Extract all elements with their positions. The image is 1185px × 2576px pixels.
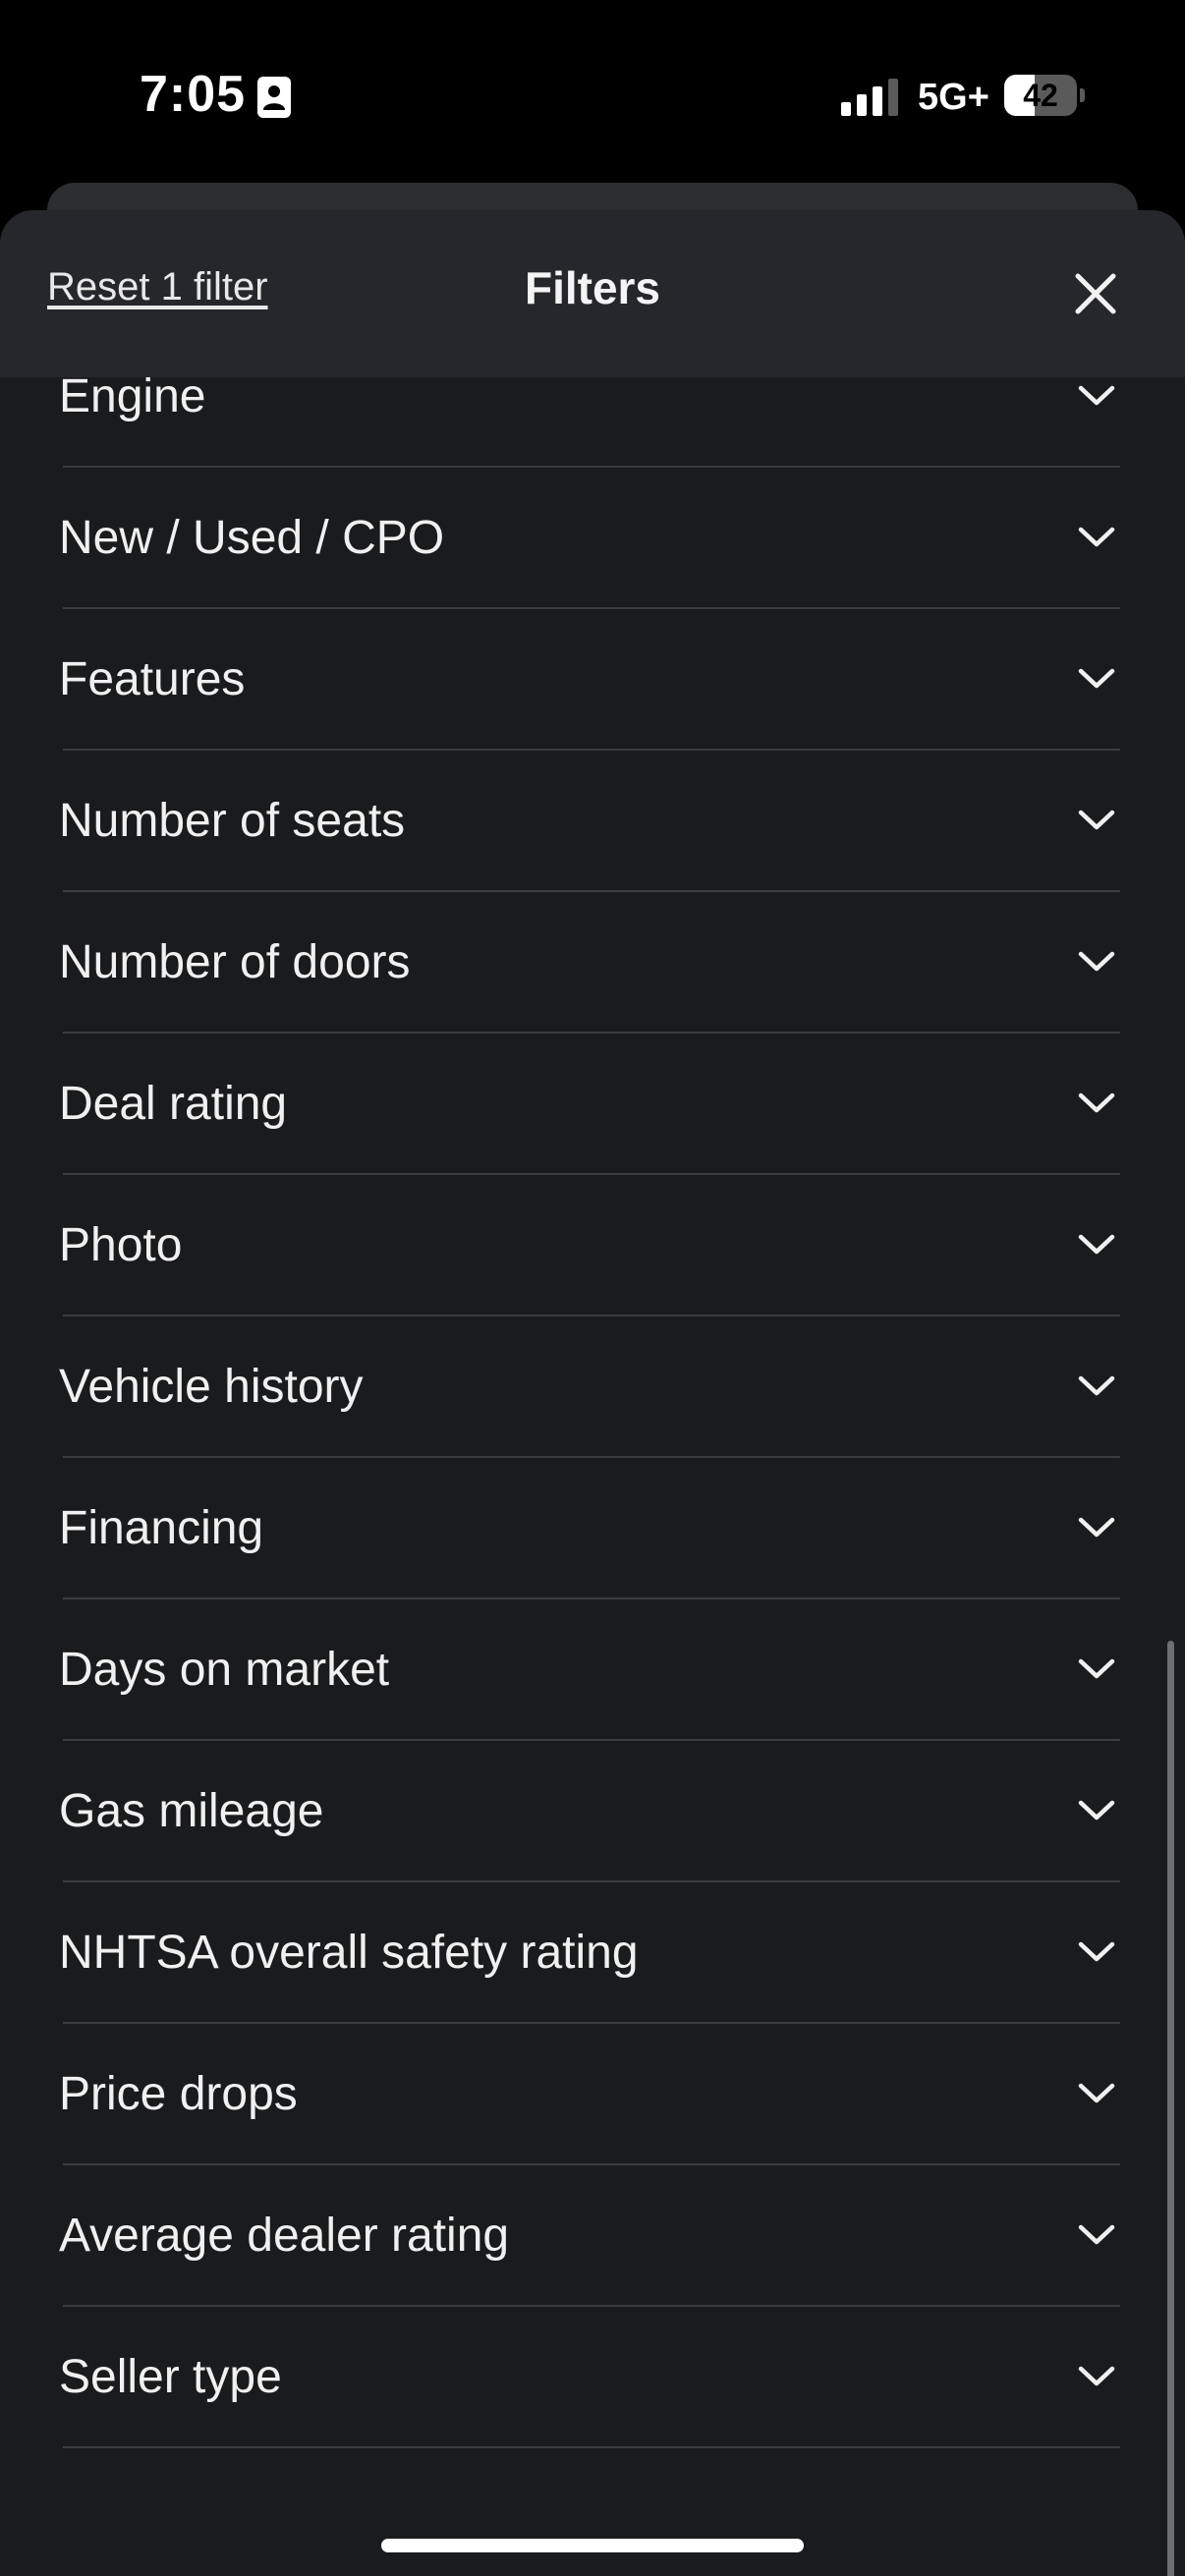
filter-label: Price drops <box>59 2068 298 2120</box>
filter-label: Engine <box>59 370 206 422</box>
battery-icon: 42 <box>1004 75 1085 116</box>
filter-row-seller-type[interactable]: Seller type <box>0 2307 1185 2448</box>
filter-row-number-of-seats[interactable]: Number of seats <box>0 751 1185 892</box>
filter-label: New / Used / CPO <box>59 512 445 564</box>
chevron-down-icon[interactable] <box>1077 1232 1116 1258</box>
chevron-down-icon[interactable] <box>1077 525 1116 550</box>
chevron-down-icon[interactable] <box>1077 666 1116 692</box>
filter-row-features[interactable]: Features <box>0 609 1185 751</box>
battery-level: 42 <box>1023 78 1058 113</box>
filters-sheet: Reset 1 filter Filters Engine New / Used … <box>0 210 1185 2576</box>
filter-label: NHTSA overall safety rating <box>59 1927 639 1979</box>
chevron-down-icon[interactable] <box>1077 808 1116 833</box>
filter-list: Engine New / Used / CPO Features Number of … <box>0 370 1185 2448</box>
status-bar: 7:05 5G+ 42 <box>0 0 1185 187</box>
close-icon[interactable] <box>1061 259 1130 328</box>
filter-row-nhtsa-overall-safety-rating[interactable]: NHTSA overall safety rating <box>0 1882 1185 2024</box>
filter-row-average-dealer-rating[interactable]: Average dealer rating <box>0 2165 1185 2307</box>
status-time: 7:05 <box>140 66 247 123</box>
contact-card-icon <box>257 77 291 118</box>
filter-row-new-used-cpo[interactable]: New / Used / CPO <box>0 468 1185 609</box>
filter-row-number-of-doors[interactable]: Number of doors <box>0 892 1185 1034</box>
filter-label: Days on market <box>59 1644 390 1696</box>
filter-label: Features <box>59 653 246 705</box>
reset-filter-link[interactable]: Reset 1 filter <box>47 265 268 309</box>
filter-row-vehicle-history[interactable]: Vehicle history <box>0 1316 1185 1458</box>
filter-label: Seller type <box>59 2351 282 2403</box>
filter-label: Deal rating <box>59 1078 288 1130</box>
chevron-down-icon[interactable] <box>1077 1939 1116 1965</box>
filter-row-financing[interactable]: Financing <box>0 1458 1185 1599</box>
filter-label: Photo <box>59 1219 183 1271</box>
filter-label: Average dealer rating <box>59 2210 510 2262</box>
filter-label: Number of seats <box>59 795 406 847</box>
chevron-down-icon[interactable] <box>1077 1798 1116 1823</box>
filter-label: Number of doors <box>59 936 411 988</box>
chevron-down-icon[interactable] <box>1077 1373 1116 1399</box>
chevron-down-icon[interactable] <box>1077 2081 1116 2106</box>
sheet-header: Reset 1 filter Filters <box>0 210 1185 377</box>
chevron-down-icon[interactable] <box>1077 383 1116 409</box>
filter-row-photo[interactable]: Photo <box>0 1175 1185 1316</box>
filter-label: Financing <box>59 1502 264 1554</box>
home-indicator[interactable] <box>381 2539 804 2552</box>
chevron-down-icon[interactable] <box>1077 1656 1116 1682</box>
chevron-down-icon[interactable] <box>1077 2364 1116 2389</box>
filter-label: Vehicle history <box>59 1361 364 1413</box>
chevron-down-icon[interactable] <box>1077 949 1116 975</box>
filter-row-gas-mileage[interactable]: Gas mileage <box>0 1741 1185 1882</box>
filter-row-days-on-market[interactable]: Days on market <box>0 1599 1185 1741</box>
filter-row-engine[interactable]: Engine <box>0 370 1185 468</box>
chevron-down-icon[interactable] <box>1077 1515 1116 1540</box>
filter-row-deal-rating[interactable]: Deal rating <box>0 1034 1185 1175</box>
filter-label: Gas mileage <box>59 1785 324 1837</box>
chevron-down-icon[interactable] <box>1077 1091 1116 1116</box>
filter-row-price-drops[interactable]: Price drops <box>0 2024 1185 2165</box>
cellular-signal-icon <box>841 79 898 116</box>
network-type: 5G+ <box>918 77 989 118</box>
chevron-down-icon[interactable] <box>1077 2222 1116 2248</box>
divider <box>63 2446 1120 2448</box>
scrollbar[interactable] <box>1167 1641 1174 2576</box>
